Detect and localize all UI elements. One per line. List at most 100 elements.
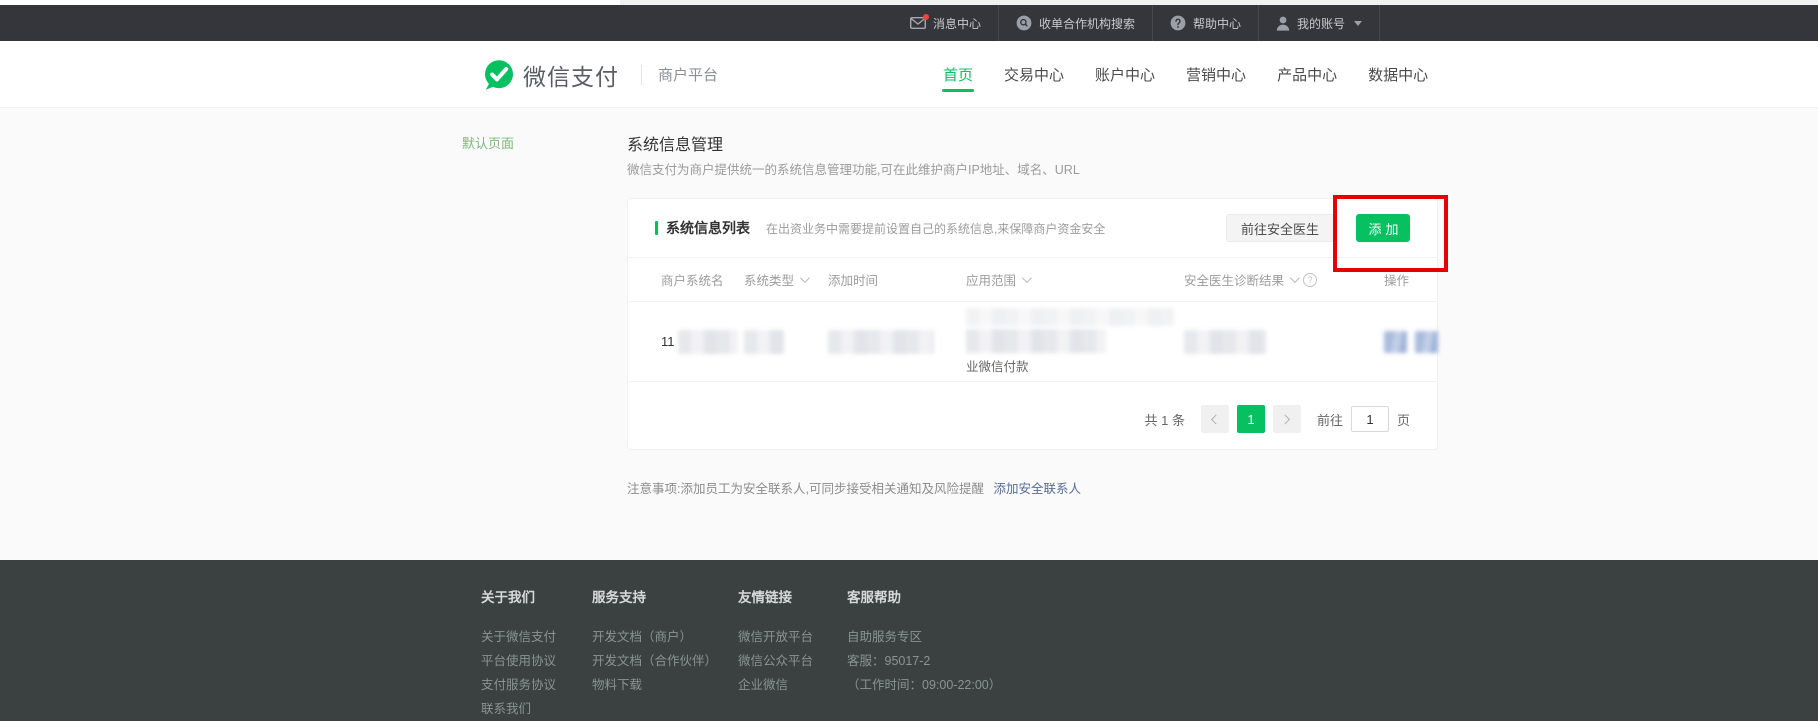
help-circle-icon — [1170, 15, 1186, 31]
footer-column-title: 友情链接 — [738, 586, 813, 606]
add-security-contact-link[interactable]: 添加安全联系人 — [993, 482, 1081, 496]
cell-system-name: 11 — [661, 330, 744, 354]
cell-doctor-result — [1184, 330, 1384, 354]
nav-item-data-center[interactable]: 数据中心 — [1366, 41, 1430, 108]
chevron-down-icon — [1354, 21, 1362, 26]
row-action-link-redacted[interactable] — [1384, 331, 1407, 353]
next-page-button[interactable] — [1273, 405, 1301, 433]
footer-link[interactable]: 联系我们 — [481, 697, 556, 721]
redacted-system-type — [744, 330, 784, 354]
scope-visible-text: 业微信付款 — [966, 356, 1184, 375]
redacted-doctor-result — [1184, 330, 1266, 354]
current-page-button[interactable]: 1 — [1237, 405, 1265, 433]
nav-item-home[interactable]: 首页 — [941, 41, 975, 108]
footer-link[interactable]: 支付服务协议 — [481, 673, 556, 697]
brand-name: 微信支付 — [523, 58, 619, 92]
footer-column-service-support: 服务支持 开发文档（商户） 开发文档（合作伙伴） 物料下载 — [592, 586, 717, 697]
topbar-cluster: 消息中心 收单合作机构搜索 帮助中心 我的账号 — [893, 5, 1492, 41]
my-account-item[interactable]: 我的账号 — [1259, 5, 1379, 41]
footer-link[interactable]: 开发文档（商户） — [592, 625, 717, 649]
topbar-item-label: 帮助中心 — [1193, 15, 1241, 32]
goto-label: 前往 — [1317, 410, 1343, 429]
chevron-right-icon — [1281, 414, 1291, 424]
topbar-spacer — [1380, 5, 1492, 41]
page-unit-label: 页 — [1397, 410, 1410, 429]
footer-link[interactable]: 微信开放平台 — [738, 625, 813, 649]
user-icon — [1276, 16, 1290, 31]
cell-add-time — [828, 330, 966, 354]
column-header-system-type[interactable]: 系统类型 — [744, 270, 828, 289]
prev-page-button[interactable] — [1201, 405, 1229, 433]
column-header-actions: 操作 — [1384, 270, 1438, 289]
chevron-down-icon — [1290, 273, 1300, 283]
footer-link[interactable]: 开发文档（合作伙伴） — [592, 649, 717, 673]
main-nav: 首页 交易中心 账户中心 营销中心 产品中心 数据中心 — [941, 41, 1430, 108]
chevron-left-icon — [1211, 414, 1221, 424]
page-body: 默认页面 系统信息管理 微信支付为商户提供统一的系统信息管理功能,可在此维护商户… — [0, 108, 1818, 560]
row-action-link-redacted[interactable] — [1415, 331, 1438, 353]
column-header-scope[interactable]: 应用范围 — [966, 270, 1184, 289]
redacted-add-time — [828, 330, 934, 354]
nav-item-transaction-center[interactable]: 交易中心 — [1002, 41, 1066, 108]
footer-link[interactable]: 平台使用协议 — [481, 649, 556, 673]
list-title: 系统信息列表 — [666, 218, 750, 238]
page-title: 系统信息管理 — [627, 131, 723, 155]
footer-column-title: 关于我们 — [481, 586, 556, 606]
page-description: 微信支付为商户提供统一的系统信息管理功能,可在此维护商户IP地址、域名、URL — [627, 159, 1080, 178]
nav-item-marketing-center[interactable]: 营销中心 — [1184, 41, 1248, 108]
footer-column-about: 关于我们 关于微信支付 平台使用协议 支付服务协议 联系我们 — [481, 586, 556, 721]
message-center-item[interactable]: 消息中心 — [893, 5, 998, 41]
cell-system-type — [744, 330, 828, 354]
nav-item-product-center[interactable]: 产品中心 — [1275, 41, 1339, 108]
footer-link[interactable]: 关于微信支付 — [481, 625, 556, 649]
chevron-down-icon — [800, 273, 810, 283]
redacted-system-name — [678, 330, 738, 354]
column-header-doctor-result[interactable]: 安全医生诊断结果 ? — [1184, 270, 1384, 289]
footer-service-hours: （工作时间：09:00-22:00） — [847, 673, 1001, 697]
help-center-item[interactable]: 帮助中心 — [1153, 5, 1258, 41]
list-subtitle: 在出资业务中需要提前设置自己的系统信息,来保障商户资金安全 — [766, 220, 1105, 237]
cell-actions — [1384, 331, 1438, 353]
portal-label: 商户平台 — [658, 64, 718, 85]
table-header-row: 商户系统名 系统类型 添加时间 应用范围 安全医生诊断结果 ? 操作 — [628, 258, 1437, 302]
add-button[interactable]: 添加 — [1356, 214, 1410, 242]
acquiring-partner-search-item[interactable]: 收单合作机构搜索 — [999, 5, 1152, 41]
footer-link[interactable]: 自助服务专区 — [847, 625, 1001, 649]
footer-link[interactable]: 微信公众平台 — [738, 649, 813, 673]
system-name-prefix: 11 — [661, 334, 675, 349]
table-row: 11 业微信付款 — [628, 302, 1437, 382]
footer-column-title: 服务支持 — [592, 586, 717, 606]
list-title-accent-bar — [655, 221, 658, 235]
brand[interactable]: 微信支付 商户平台 — [483, 41, 718, 108]
column-header-system-name: 商户系统名 — [661, 270, 744, 289]
mail-icon — [910, 17, 926, 29]
topbar: 消息中心 收单合作机构搜索 帮助中心 我的账号 — [0, 5, 1818, 41]
nav-item-account-center[interactable]: 账户中心 — [1093, 41, 1157, 108]
footer-link[interactable]: 企业微信 — [738, 673, 813, 697]
redacted-scope-line2 — [966, 329, 1106, 353]
topbar-item-label: 我的账号 — [1297, 15, 1345, 32]
chevron-down-icon — [1022, 273, 1032, 283]
divider — [641, 65, 642, 85]
system-info-card: 系统信息列表 在出资业务中需要提前设置自己的系统信息,来保障商户资金安全 前往安… — [627, 198, 1438, 450]
wechat-pay-logo-icon — [483, 59, 515, 91]
note-line: 注意事项:添加员工为安全联系人,可同步接受相关通知及风险提醒 添加安全联系人 — [627, 478, 1081, 497]
topbar-item-label: 消息中心 — [933, 15, 981, 32]
unread-badge — [923, 14, 929, 20]
goto-page-input[interactable] — [1351, 406, 1389, 432]
search-circle-icon — [1016, 15, 1032, 31]
pagination: 共 1 条 1 前往 页 — [1145, 405, 1411, 433]
note-text: 注意事项:添加员工为安全联系人,可同步接受相关通知及风险提醒 — [627, 482, 984, 496]
footer-column-customer-help: 客服帮助 自助服务专区 客服：95017-2 （工作时间：09:00-22:00… — [847, 586, 1001, 697]
footer-column-title: 客服帮助 — [847, 586, 1001, 606]
security-doctor-button[interactable]: 前往安全医生 — [1226, 214, 1334, 242]
site-footer: 关于我们 关于微信支付 平台使用协议 支付服务协议 联系我们 服务支持 开发文档… — [0, 560, 1818, 721]
help-icon[interactable]: ? — [1303, 273, 1317, 287]
sidebar-item-default-page[interactable]: 默认页面 — [462, 133, 514, 152]
footer-service-phone: 客服：95017-2 — [847, 649, 1001, 673]
footer-column-friend-links: 友情链接 微信开放平台 微信公众平台 企业微信 — [738, 586, 813, 697]
cell-scope: 业微信付款 — [966, 308, 1184, 375]
footer-link[interactable]: 物料下载 — [592, 673, 717, 697]
card-header: 系统信息列表 在出资业务中需要提前设置自己的系统信息,来保障商户资金安全 前往安… — [628, 199, 1437, 258]
pagination-total: 共 1 条 — [1145, 410, 1185, 429]
